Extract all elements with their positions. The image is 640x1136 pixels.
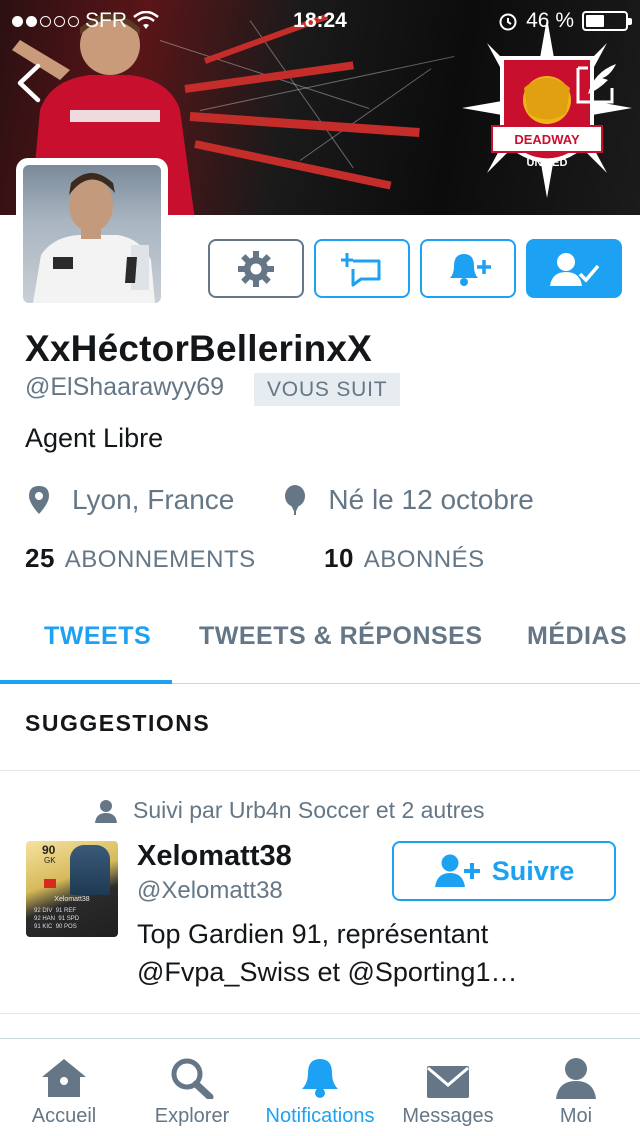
divider — [0, 770, 640, 771]
suggestion-name[interactable]: Xelomatt38 — [137, 840, 292, 873]
nav-explore[interactable]: Explorer — [128, 1039, 256, 1136]
tab-media[interactable]: MÉDIAS — [527, 622, 627, 651]
profile-stats: 25 ABONNEMENTS 10 ABONNÉS — [25, 543, 484, 574]
nav-notifications[interactable]: Notifications — [256, 1039, 384, 1136]
tab-tweets-replies[interactable]: TWEETS & RÉPONSES — [199, 622, 483, 651]
nav-explore-label: Explorer — [154, 1105, 230, 1127]
bell-icon — [302, 1059, 338, 1098]
follow-button[interactable]: Suivre — [392, 841, 616, 901]
following-button[interactable] — [526, 239, 622, 298]
nav-me[interactable]: Moi — [512, 1039, 640, 1136]
followers-stat[interactable]: 10 ABONNÉS — [324, 543, 485, 574]
nav-notifications-label: Notifications — [265, 1105, 375, 1127]
followed-by-context: Suivi par Urb4n Soccer et 2 autres — [95, 797, 485, 824]
suggestion-avatar[interactable]: 90 GK Xelomatt38 92 DIV 91 REF 92 HAN 91… — [26, 841, 118, 937]
profile-display-name: XxHéctorBellerinxX — [25, 328, 373, 369]
nav-messages[interactable]: Messages — [384, 1039, 512, 1136]
club-name-line1: DEADWAY — [514, 132, 580, 147]
card-position: GK — [44, 856, 56, 865]
nav-messages-label: Messages — [402, 1105, 494, 1127]
profile-location: Lyon, France — [72, 484, 235, 515]
home-icon — [42, 1059, 86, 1097]
card-stat: 90 POS — [55, 924, 77, 930]
settings-button[interactable] — [208, 239, 304, 298]
follow-button-label: Suivre — [491, 855, 575, 886]
profile-bio: Agent Libre — [25, 423, 164, 453]
profile-birthday: Né le 12 octobre — [328, 484, 534, 515]
following-label: ABONNEMENTS — [64, 546, 256, 573]
nav-home[interactable]: Accueil — [0, 1039, 128, 1136]
search-icon — [171, 1058, 214, 1099]
alarm-icon — [499, 13, 517, 31]
profile-actions — [208, 239, 622, 298]
status-bar: SFR 18:24 46 % — [0, 0, 640, 40]
profile-handle: @ElShaarawyy69 — [25, 373, 225, 401]
following-stat[interactable]: 25 ABONNEMENTS — [25, 543, 256, 573]
profile-tabs: TWEETS TWEETS & RÉPONSES MÉDIAS — [0, 596, 640, 684]
suggestions-title: SUGGESTIONS — [25, 710, 211, 736]
notifications-toggle-button[interactable] — [420, 239, 516, 298]
suggestion-description: Top Gardien 91, représentant @Fvpa_Swiss… — [137, 919, 518, 987]
compose-tweet-icon[interactable] — [574, 62, 620, 106]
list-add-icon — [341, 252, 381, 286]
card-stat: 91 SPD — [58, 916, 80, 922]
balloon-icon — [285, 485, 306, 515]
nav-me-label: Moi — [559, 1105, 593, 1127]
profile-avatar[interactable] — [16, 158, 168, 310]
suggestion-handle: @Xelomatt38 — [137, 877, 283, 904]
card-stat: 91 KIC — [34, 924, 53, 930]
user-check-icon — [550, 252, 600, 286]
nav-home-label: Accueil — [31, 1105, 97, 1127]
card-player-image — [70, 845, 110, 895]
card-rating: 90 — [42, 843, 56, 857]
card-stat: 92 DIV — [34, 908, 53, 914]
follows-you-badge: VOUS SUIT — [254, 373, 401, 406]
profile-meta: Lyon, France Né le 12 octobre — [28, 484, 534, 516]
card-stat: 91 REF — [55, 908, 77, 914]
user-plus-icon — [434, 854, 480, 887]
back-arrow-icon[interactable] — [12, 62, 46, 104]
person-icon — [95, 799, 117, 823]
avatar-photo — [33, 173, 155, 303]
club-badge-icon: DEADWAY UNITED — [462, 18, 632, 198]
followed-by-text: Suivi par Urb4n Soccer et 2 autres — [133, 797, 485, 823]
location-pin-icon — [29, 486, 49, 514]
club-name-line2: UNITED — [527, 157, 568, 169]
battery-percent: 46 % — [526, 9, 574, 32]
tab-tweets[interactable]: TWEETS — [44, 622, 151, 651]
card-stat: 92 HAN — [34, 916, 56, 922]
person-icon — [556, 1058, 596, 1099]
swiss-flag-icon — [44, 879, 56, 888]
gear-icon — [238, 250, 274, 287]
followers-count: 10 — [324, 543, 354, 573]
card-player-name: Xelomatt38 — [54, 896, 90, 903]
bottom-navigation: Accueil Explorer Notifications Messages — [0, 1038, 640, 1136]
add-to-list-button[interactable] — [314, 239, 410, 298]
envelope-icon — [427, 1066, 469, 1098]
bell-plus-icon — [450, 253, 491, 286]
divider — [0, 1013, 640, 1014]
following-count: 25 — [25, 543, 55, 573]
card-stats: 92 DIV 91 REF 92 HAN 91 SPD 91 KIC 90 PO… — [34, 907, 79, 931]
active-tab-indicator — [0, 680, 172, 684]
battery-icon — [582, 11, 632, 31]
followers-label: ABONNÉS — [363, 546, 485, 573]
